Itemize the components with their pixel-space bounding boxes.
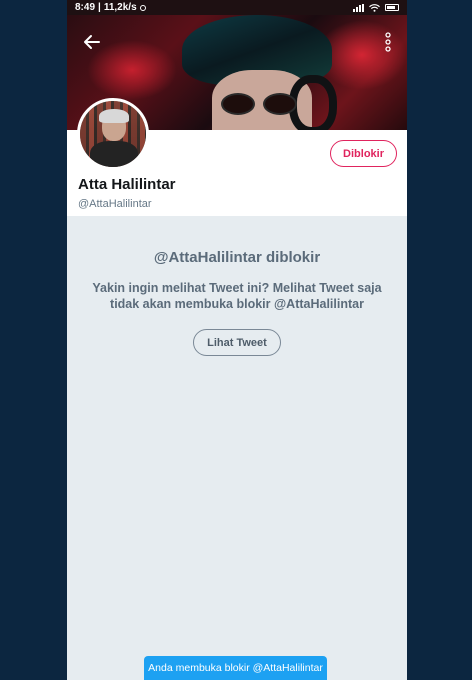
phone-screen: 8:49 | 11,2k/s Diblokir Atta Halilintar …	[67, 0, 407, 680]
arrow-left-icon	[84, 35, 100, 49]
back-button[interactable]	[81, 31, 103, 53]
blocked-description: Yakin ingin melihat Tweet ini? Melihat T…	[92, 281, 382, 311]
unblock-toast: Anda membuka blokir @AttaHalilintar	[144, 656, 327, 680]
wifi-icon	[369, 3, 380, 12]
status-time: 8:49	[75, 2, 96, 13]
view-tweet-button[interactable]: Lihat Tweet	[193, 329, 281, 356]
alarm-icon	[139, 4, 146, 11]
blocked-notice: @AttaHalilintar diblokir Yakin ingin mel…	[67, 216, 407, 356]
blocked-title: @AttaHalilintar diblokir	[153, 249, 321, 266]
more-vertical-icon	[385, 32, 391, 52]
display-name: Atta Halilintar	[78, 176, 176, 193]
battery-icon	[385, 4, 399, 11]
status-bar: 8:49 | 11,2k/s	[67, 0, 407, 15]
status-separator: |	[98, 2, 101, 13]
profile-handle: @AttaHalilintar	[78, 198, 152, 210]
status-net-speed: 11,2k/s	[103, 2, 137, 13]
profile-header: Diblokir Atta Halilintar @AttaHalilintar	[67, 98, 407, 216]
signal-icon	[353, 3, 364, 12]
blocked-button[interactable]: Diblokir	[330, 140, 397, 167]
avatar[interactable]	[77, 98, 149, 170]
more-options-button[interactable]	[383, 31, 393, 53]
